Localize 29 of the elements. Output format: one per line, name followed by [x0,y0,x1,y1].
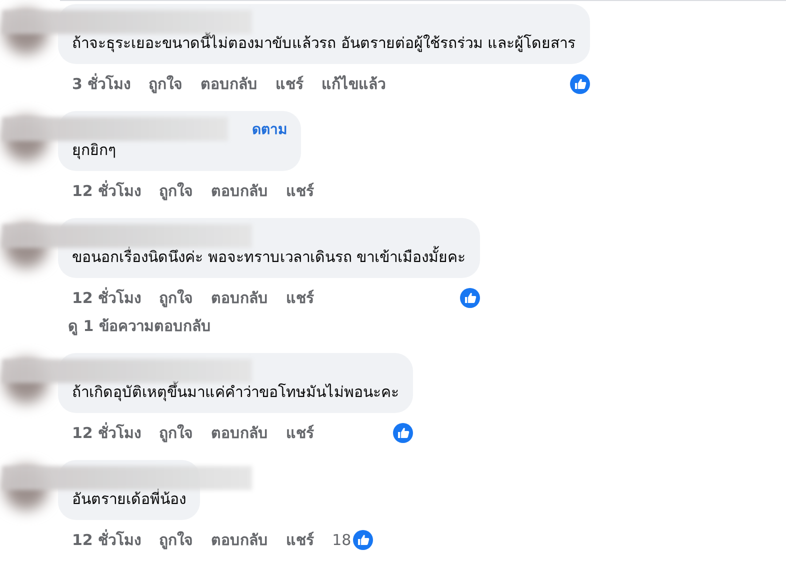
action-link[interactable]: ถูกใจ [159,179,194,203]
comment-text: ยุกยิกๆ [72,140,117,161]
comment-text: ขอนอกเรื่องนิดนึงค่ะ พอจะทราบเวลาเดินรถ ขาเข้าเมืองมั้ยคะ [72,246,466,268]
action-link[interactable]: แชร์ [286,528,314,552]
action-link[interactable]: ตอบกลับ [200,72,258,96]
comment-text: ถ้าเกิดอุบัติเหตุขึ้นมาแค่คำว่าขอโทษมันไม่พอนะคะ [72,381,399,403]
follow-link[interactable]: ดตาม [252,118,287,140]
action-link[interactable]: ตอบกลับ [211,528,268,552]
action-link[interactable]: ตอบกลับ [211,286,268,310]
action-link[interactable]: ถูกใจ [159,286,194,310]
comment-time[interactable]: 12 ชั่วโมง [72,421,142,445]
action-link[interactable]: แชร์ [276,72,304,96]
comment-time[interactable]: 12 ชั่วโมง [72,286,142,310]
edited-label: แก้ไขแล้ว [322,74,386,95]
comment-text: อันตรายเด้อพี่น้อง [72,488,186,510]
action-link[interactable]: ถูกใจ [159,421,194,445]
action-link[interactable]: ตอบกลับ [211,179,268,203]
view-replies-link[interactable]: ดู 1 ข้อความตอบกลับ [68,314,480,338]
action-link[interactable]: ถูกใจ [159,528,194,552]
action-link[interactable]: แชร์ [286,179,314,203]
comment-text: ถ้าจะธุระเยอะขนาดนี้ไม่ตองมาขับแล้วรถ อันตรายต่อผู้ใช้รถร่วม และผู้โดยสาร [72,32,576,54]
action-link[interactable]: แชร์ [286,421,314,445]
comment-time[interactable]: 12 ชั่วโมง [72,528,142,552]
action-link[interactable]: ตอบกลับ [211,421,268,445]
comment-time[interactable]: 12 ชั่วโมง [72,179,142,203]
comment-time[interactable]: 3 ชั่วโมง [72,72,131,96]
action-link[interactable]: ถูกใจ [148,72,183,96]
reaction-count: 18 [332,531,352,549]
action-link[interactable]: แชร์ [286,286,314,310]
